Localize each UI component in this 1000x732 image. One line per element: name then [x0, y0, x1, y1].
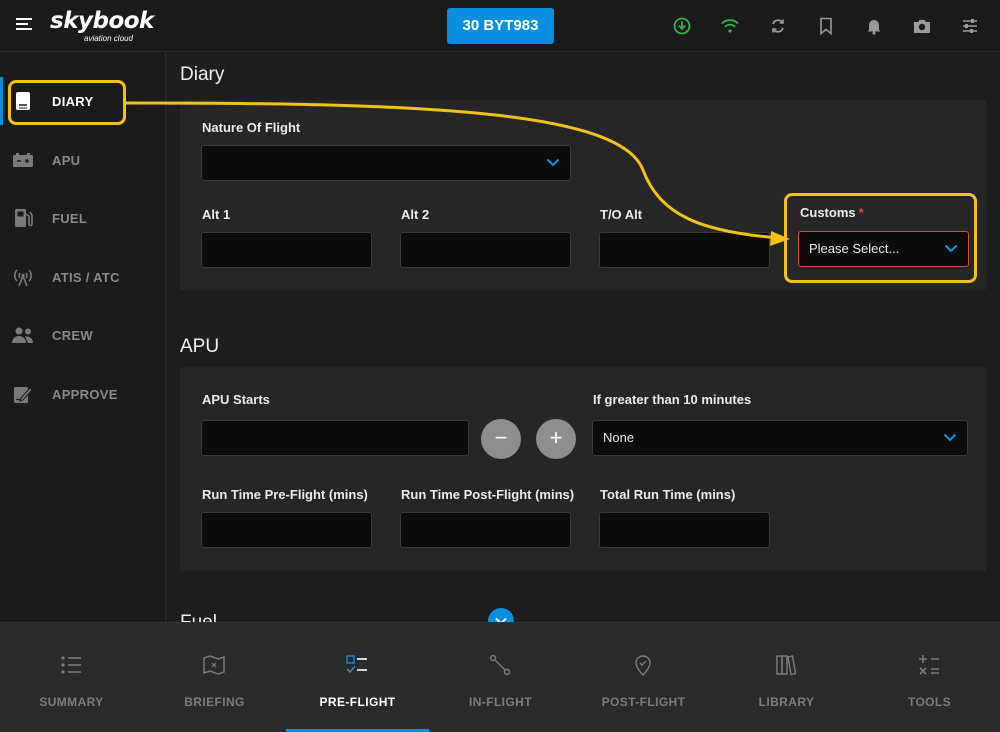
chevron-down-icon: [944, 244, 958, 253]
section-title-fuel: Fuel: [180, 612, 217, 622]
greater-than-value: None: [603, 430, 635, 445]
required-marker: *: [858, 205, 864, 220]
sidebar-item-fuel[interactable]: FUEL: [0, 194, 166, 242]
logo-text: skybook: [50, 8, 154, 34]
location-pin-icon: [635, 655, 651, 676]
nature-of-flight-select[interactable]: [201, 145, 571, 181]
greater-than-select[interactable]: None: [592, 420, 968, 456]
run-post-label: Run Time Post-Flight (mins): [401, 487, 575, 502]
alt2-input[interactable]: [400, 232, 571, 268]
tab-post-flight[interactable]: POST-FLIGHT: [572, 623, 715, 732]
customs-select[interactable]: Please Select...: [798, 231, 969, 267]
sidebar-item-apu[interactable]: APU: [0, 136, 166, 184]
tab-label: POST-FLIGHT: [601, 695, 686, 709]
top-bar: skybook aviation cloud 30 BYT983: [0, 0, 1000, 52]
books-icon: [776, 655, 797, 676]
greater-than-label: If greater than 10 minutes: [593, 392, 752, 407]
total-run-label: Total Run Time (mins): [600, 487, 736, 502]
sidebar-item-atis-atc[interactable]: ATIS / ATC: [0, 253, 166, 301]
settings-sliders-icon[interactable]: [958, 14, 982, 38]
increment-button[interactable]: +: [536, 419, 576, 459]
apu-starts-label: APU Starts: [202, 392, 270, 407]
logo: skybook aviation cloud: [50, 8, 154, 43]
checklist-icon: [346, 655, 367, 674]
apu-starts-input[interactable]: [201, 420, 469, 456]
apu-card: APU Starts − + If greater than 10 minute…: [180, 367, 986, 571]
people-icon: [11, 323, 35, 347]
section-title-diary: Diary: [180, 64, 225, 85]
bell-icon[interactable]: [862, 14, 886, 38]
nature-of-flight-label: Nature Of Flight: [202, 120, 301, 135]
main-content: Diary Nature Of Flight Alt 1 Alt 2 T/O A…: [166, 53, 1000, 622]
wifi-icon[interactable]: [718, 14, 742, 38]
tab-label: BRIEFING: [184, 695, 245, 709]
sidebar-item-label: DIARY: [52, 93, 94, 109]
tab-pre-flight[interactable]: PRE-FLIGHT: [286, 623, 429, 732]
tab-label: TOOLS: [907, 695, 952, 709]
tab-label: IN-FLIGHT: [469, 695, 532, 709]
sidebar-item-label: ATIS / ATC: [52, 269, 120, 285]
section-title-apu: APU: [180, 336, 220, 357]
decrement-button[interactable]: −: [481, 419, 521, 459]
chevron-down-icon: [546, 158, 560, 167]
tab-label: LIBRARY: [758, 695, 815, 709]
diary-card: Nature Of Flight Alt 1 Alt 2 T/O Alt Cus…: [180, 100, 986, 290]
camera-icon[interactable]: [910, 14, 934, 38]
signature-icon: [11, 382, 35, 406]
alt1-input[interactable]: [201, 232, 372, 268]
sidebar-item-label: APPROVE: [52, 386, 118, 402]
logo-subtext: aviation cloud: [84, 34, 133, 43]
tab-briefing[interactable]: BRIEFING: [143, 623, 286, 732]
menu-icon[interactable]: [16, 18, 32, 32]
alt1-label: Alt 1: [202, 207, 231, 222]
to-alt-label: T/O Alt: [600, 207, 643, 222]
route-icon: [489, 654, 511, 676]
active-indicator: [0, 77, 3, 125]
tab-label: PRE-FLIGHT: [319, 695, 396, 709]
customs-label: Customs *: [800, 205, 864, 220]
total-run-input[interactable]: [599, 512, 770, 548]
alt2-label: Alt 2: [401, 207, 430, 222]
run-pre-input[interactable]: [201, 512, 372, 548]
sidebar-item-crew[interactable]: CREW: [0, 311, 166, 359]
fuel-pump-icon: [11, 206, 35, 230]
antenna-icon: [11, 265, 35, 289]
run-post-input[interactable]: [400, 512, 571, 548]
bookmark-icon[interactable]: [814, 14, 838, 38]
bottom-nav: SUMMARY BRIEFING PRE-FLIGHT IN-FLIGHT PO…: [0, 622, 1000, 732]
map-icon: [203, 655, 225, 675]
sidebar-item-diary[interactable]: DIARY: [0, 77, 166, 125]
customs-label-text: Customs: [800, 205, 856, 220]
book-icon: [11, 89, 35, 113]
sidebar-item-approve[interactable]: APPROVE: [0, 370, 166, 418]
calculator-icon: [919, 655, 939, 675]
flight-selector-button[interactable]: 30 BYT983: [447, 8, 554, 44]
to-alt-input[interactable]: [599, 232, 770, 268]
download-icon[interactable]: [670, 14, 694, 38]
battery-icon: [11, 148, 35, 172]
sync-icon[interactable]: [766, 14, 790, 38]
tab-tools[interactable]: TOOLS: [858, 623, 1000, 732]
tab-in-flight[interactable]: IN-FLIGHT: [429, 623, 572, 732]
sidebar-item-label: FUEL: [52, 210, 88, 226]
sidebar-item-label: CREW: [52, 327, 93, 343]
tab-library[interactable]: LIBRARY: [715, 623, 858, 732]
sidebar-item-label: APU: [52, 152, 81, 168]
customs-placeholder: Please Select...: [809, 241, 900, 256]
tab-label: SUMMARY: [39, 695, 104, 709]
tab-summary[interactable]: SUMMARY: [0, 623, 143, 732]
list-icon: [61, 656, 81, 674]
chevron-down-icon: [943, 433, 957, 442]
sidebar: DIARY APU FUEL ATIS / ATC CREW APPROVE: [0, 53, 166, 622]
run-pre-label: Run Time Pre-Flight (mins): [202, 487, 368, 502]
